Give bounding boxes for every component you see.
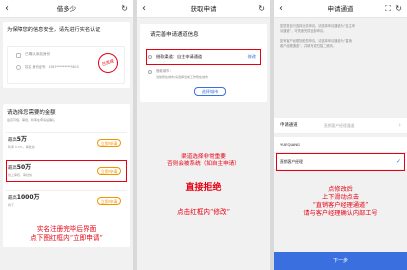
offer-sub: 利率 0.5%，审批快 [8,145,35,149]
box-heading: 请完善申请通道信息 [150,32,199,38]
channel-select-row[interactable]: 申请通道 直销客户经理通道 › [274,118,407,134]
annotation-big: 直接拒绝 [185,183,222,193]
refresh-icon[interactable]: ↻ [395,3,402,15]
amount-heading: 请选择您需要的金额 [7,110,56,116]
name-row: YUEQIANG [274,137,407,153]
id-card-icon [16,53,21,58]
screen-loan-amount: ‹ 借多少 ↻ 为保障您的信息安全，请先进行实名认证 已确认添加身份 姓名 身份… [0,0,133,270]
annotation: 实名注册完毕后界面 点下图红框内“立即申请” [30,225,103,242]
city-hint: 当前所在城市/请选择当前工作所在城市 [156,75,209,79]
select-city-button[interactable]: 选择城市 [194,87,226,96]
offer-label: 最高1000万 [8,194,40,201]
channel-info-card: 请完善申请通道信息 借款渠道：自主申请通道 修改 借款城市： 当前所在城市/请选… [140,24,267,102]
top-bar: ‹ 借多少 ↻ [0,0,133,18]
identity-card: 为保障您的信息安全，请先进行实名认证 已确认添加身份 姓名 身份证号：1367*… [3,22,130,88]
user-icon [16,65,21,70]
chevron-right-icon: › [398,121,401,129]
highlight-box [276,153,405,171]
page-title: 借多少 [56,5,77,13]
top-bar: ‹ 申请通道 ⛶ ↻ [274,0,407,18]
highlight-box [6,160,127,182]
apply-button[interactable]: 立即申请 [97,197,121,205]
identity-info-box: 已确认添加身份 姓名 身份证号：1367*********5615 已完成 [7,46,125,84]
channel-row-value: 直销客户经理通道 [324,123,355,128]
highlight-box [146,49,261,65]
apply-button[interactable]: 立即申请 [97,139,121,147]
verified-stamp: 已完成 [95,50,121,76]
refresh-icon[interactable]: ↻ [121,3,128,15]
screen-apply: ‹ 获取申请 ↻ 请完善申请通道信息 借款渠道：自主申请通道 修改 借款城市： … [137,0,270,270]
offer-row[interactable]: 最高1000万 线下 立即申请 [6,190,127,210]
next-button[interactable]: 下一步 [274,252,407,270]
scan-icon[interactable]: ⛶ [385,3,391,15]
location-icon [148,70,152,74]
channel-row-label: 申请通道 [280,123,298,128]
top-bar: ‹ 获取申请 ↻ [137,0,270,18]
screen-channel: ‹ 申请通道 ⛶ ↻ 如您是自行选择业务申请，请选择申请通道为“自主申 请通道”… [274,0,407,270]
identity-heading: 为保障您的信息安全，请先进行实名认证 [7,27,101,33]
name-label: YUEQIANG [280,142,300,147]
city-label: 借款城市： [156,69,173,73]
annotation-bottom: 点击红框内“修改” [177,208,230,216]
page-title: 获取申请 [190,5,217,13]
identity-sub: 姓名 身份证号：1367*********5615 [25,65,79,69]
identity-small-text: 已确认添加身份 [25,52,51,56]
annotation-small: 渠道选择非常重要 否则会被系统（如自主申请） [167,154,240,168]
offer-sub: 线下 [8,203,15,207]
offer-row[interactable]: 最高5万 利率 0.5%，审批快 立即申请 [6,132,127,152]
offer-label: 最高5万 [8,136,27,143]
amount-sub: 最高可借，审批，利率在申请后确认 [7,118,56,122]
refresh-icon[interactable]: ↻ [258,3,265,15]
intro-text: 如您是自行选择业务申请，请选择申请通道为“自主申 请通道”，可快速完成全部申请。… [280,24,355,48]
annotation: 点修改后 上下滑动点击 “直销客户经理通道” 请与客户经理确认内部工号 [303,186,378,218]
